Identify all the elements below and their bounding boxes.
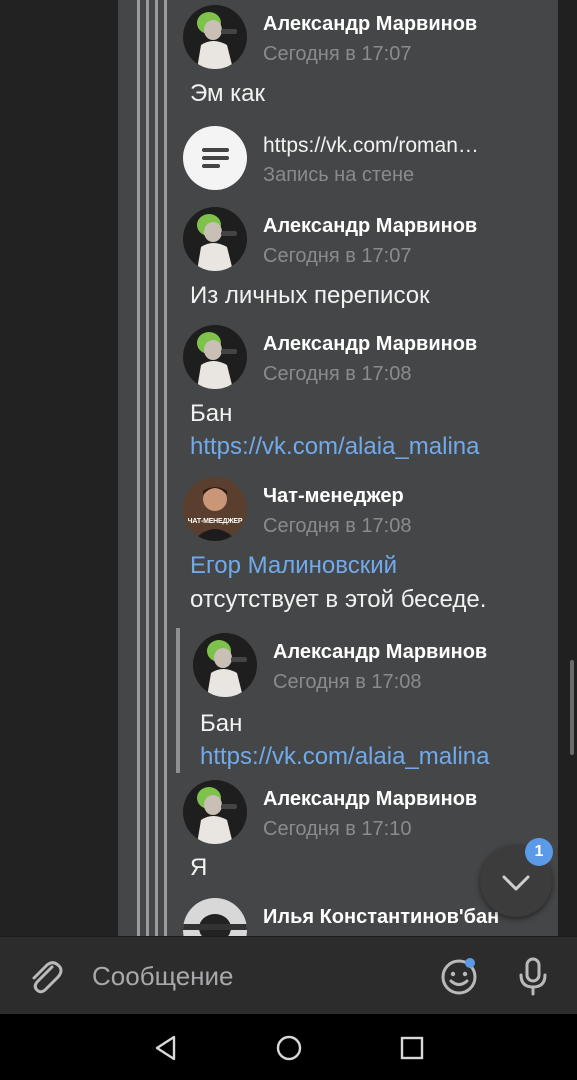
avatar[interactable] <box>183 5 247 69</box>
avatar[interactable] <box>193 633 257 697</box>
message: Александр Марвинов Сегодня в 17:08 Бан h… <box>183 325 543 465</box>
quote-line <box>176 628 180 773</box>
message-text: Из личных переписок <box>190 282 430 309</box>
quote-line <box>137 0 140 936</box>
quoted-message: Александр Марвинов Сегодня в 17:08 Бан h… <box>193 633 553 773</box>
message-time: Сегодня в 17:07 <box>263 245 412 267</box>
message-text: Бан <box>190 400 233 427</box>
author-name[interactable]: Александр Марвинов <box>273 641 487 664</box>
user-mention[interactable]: Егор Малиновский <box>190 549 397 583</box>
paperclip-icon[interactable] <box>22 953 68 999</box>
scrollbar-thumb[interactable] <box>570 660 574 755</box>
avatar[interactable] <box>183 207 247 271</box>
smiley-icon[interactable] <box>436 953 482 999</box>
circle-home-icon[interactable] <box>273 1032 305 1064</box>
message-time: Сегодня в 17:08 <box>263 515 412 537</box>
quote-line <box>146 0 149 936</box>
message-text: Эм как <box>190 80 266 107</box>
quote-line <box>164 0 167 936</box>
author-name[interactable]: Александр Марвинов <box>263 788 477 811</box>
message-time: Сегодня в 17:08 <box>273 671 422 693</box>
message-time: Сегодня в 17:10 <box>263 818 412 840</box>
system-navigation-bar <box>0 1014 577 1080</box>
author-name[interactable]: Александр Марвинов <box>263 333 477 356</box>
author-name[interactable]: Александр Марвинов <box>263 215 477 238</box>
document-icon <box>183 126 247 190</box>
attachment-subtitle: Запись на стене <box>263 164 415 186</box>
message-text: Бан <box>200 710 243 737</box>
message: Александр Марвинов Сегодня в 17:07 Из ли… <box>183 207 543 317</box>
microphone-icon[interactable] <box>510 953 556 999</box>
message-text: отсутствует в этой беседе. <box>190 586 487 613</box>
message: ЧАТ-МЕНЕДЖЕР Чат-менеджер Сегодня в 17:0… <box>183 477 543 617</box>
avatar[interactable] <box>183 898 247 936</box>
message: Александр Марвинов Сегодня в 17:07 Эм ка… <box>183 5 543 115</box>
author-name[interactable]: Илья Константинов'бан <box>263 906 499 929</box>
message-link[interactable]: https://vk.com/alaia_malina <box>200 740 489 774</box>
unread-badge: 1 <box>525 838 553 866</box>
author-name[interactable]: Александр Марвинов <box>263 13 477 36</box>
message-link[interactable]: https://vk.com/alaia_malina <box>190 430 479 464</box>
attachment-link[interactable]: https://vk.com/roman… <box>263 134 479 158</box>
left-pane <box>0 0 118 936</box>
triangle-back-icon[interactable] <box>150 1032 182 1064</box>
avatar[interactable] <box>183 325 247 389</box>
avatar-caption: ЧАТ-МЕНЕДЖЕР <box>187 518 243 525</box>
wall-post-attachment[interactable]: https://vk.com/roman… Запись на стене <box>183 126 543 190</box>
quote-line <box>155 0 158 936</box>
avatar[interactable]: ЧАТ-МЕНЕДЖЕР <box>183 477 247 541</box>
right-pane <box>558 0 577 936</box>
message-time: Сегодня в 17:07 <box>263 43 412 65</box>
message-input[interactable]: Сообщение <box>92 961 234 992</box>
message-time: Сегодня в 17:08 <box>263 363 412 385</box>
message-text: Я <box>190 854 208 881</box>
square-recents-icon[interactable] <box>396 1032 428 1064</box>
message-composer: Сообщение <box>0 936 577 1015</box>
author-name[interactable]: Чат-менеджер <box>263 485 404 508</box>
avatar[interactable] <box>183 780 247 844</box>
